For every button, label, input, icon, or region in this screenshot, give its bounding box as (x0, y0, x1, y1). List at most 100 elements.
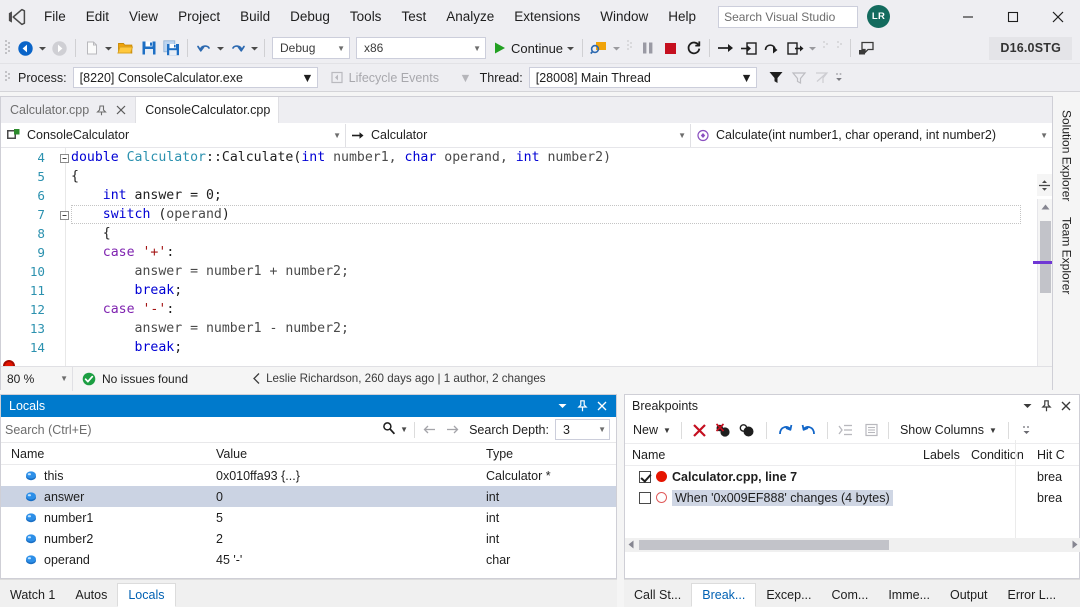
menu-window[interactable]: Window (590, 0, 658, 33)
step-dropdown-icon[interactable] (807, 36, 818, 60)
minimize-icon[interactable] (945, 0, 990, 33)
menu-extensions[interactable]: Extensions (504, 0, 590, 33)
filter-threads-icon[interactable] (765, 66, 788, 90)
issues-status[interactable]: No issues found (73, 372, 197, 386)
code-line[interactable]: 14 break; (1, 338, 1052, 357)
toolbar-grip[interactable] (821, 38, 830, 58)
code-line[interactable]: 11 break; (1, 281, 1052, 300)
column-header-value[interactable]: Value (206, 447, 476, 461)
scrollbar-thumb[interactable] (1040, 221, 1051, 293)
new-breakpoint-button[interactable]: New ▼ (629, 419, 675, 441)
scroll-right-arrow-icon[interactable] (1070, 540, 1079, 549)
visual-studio-search-input[interactable]: Search Visual Studio (718, 5, 859, 28)
step-into-icon[interactable] (737, 36, 760, 60)
locals-row[interactable]: answer 0 int (1, 486, 616, 507)
editor-split-handle[interactable] (1037, 174, 1052, 196)
locals-row-value[interactable]: 0 (206, 490, 476, 504)
maximize-icon[interactable] (990, 0, 1035, 33)
search-depth-combo[interactable]: 3 ▼ (555, 419, 610, 440)
code-line[interactable]: 12 case '-': (1, 300, 1052, 319)
search-next-icon[interactable] (441, 419, 463, 441)
new-item-icon[interactable] (80, 36, 103, 60)
code-line[interactable]: 5{ (1, 167, 1052, 186)
code-line[interactable]: 9 case '+': (1, 243, 1052, 262)
locals-row-value[interactable]: 45 '-' (206, 553, 476, 567)
zoom-level-combo[interactable]: 80 % ▼ (1, 366, 73, 391)
solution-platform-combo[interactable]: x86 ▼ (356, 37, 486, 59)
breakpoint-glyph-icon[interactable] (656, 471, 667, 482)
code-line[interactable]: 10 answer = number1 + number2; (1, 262, 1052, 281)
column-header-name[interactable]: Name (625, 448, 923, 462)
process-combo[interactable]: [8220] ConsoleCalculator.exe ▼ (72, 67, 318, 88)
column-header-type[interactable]: Type (476, 447, 616, 461)
show-next-statement-icon[interactable] (714, 36, 737, 60)
tab-locals[interactable]: Locals (117, 583, 176, 607)
tab-breakpoints[interactable]: Break... (691, 583, 757, 607)
delete-all-breakpoints-icon[interactable] (712, 419, 736, 441)
menu-file[interactable]: File (34, 0, 76, 33)
navbar-type-combo[interactable]: Calculator ▼ (346, 123, 691, 147)
hot-reload-icon[interactable] (587, 36, 611, 60)
code-line[interactable]: 7 switch (operand) (1, 205, 1052, 224)
close-icon[interactable] (1035, 0, 1080, 33)
fold-collapse-icon[interactable] (57, 208, 71, 221)
breakpoint-row[interactable]: When '0x009EF888' changes (4 bytes) brea (625, 487, 1079, 508)
tab-watch-1[interactable]: Watch 1 (0, 583, 65, 607)
scroll-up-arrow-icon[interactable] (1038, 199, 1052, 214)
user-avatar[interactable]: LR (867, 5, 891, 28)
thread-combo[interactable]: [28008] Main Thread ▼ (528, 67, 757, 88)
editor-tab-calculator-cpp[interactable]: Calculator.cpp (1, 97, 137, 123)
show-columns-button[interactable]: Show Columns ▼ (895, 419, 1002, 441)
hot-reload-dropdown-icon[interactable] (611, 36, 622, 60)
menu-build[interactable]: Build (230, 0, 280, 33)
column-header-name[interactable]: Name (1, 447, 206, 461)
breakpoint-glyph-icon[interactable] (656, 492, 667, 503)
column-header-condition[interactable]: Condition (971, 448, 1037, 462)
tab-command-window[interactable]: Com... (822, 583, 879, 607)
menu-help[interactable]: Help (658, 0, 706, 33)
scroll-left-arrow-icon[interactable] (627, 540, 636, 549)
step-over-icon[interactable] (760, 36, 784, 60)
breakpoints-horizontal-scrollbar[interactable] (625, 538, 1080, 552)
break-all-icon[interactable] (636, 36, 659, 60)
disable-all-breakpoints-icon[interactable] (736, 419, 760, 441)
navigate-forward-icon[interactable] (48, 36, 71, 60)
solution-configuration-combo[interactable]: Debug ▼ (272, 37, 350, 59)
column-header-labels[interactable]: Labels (923, 448, 971, 462)
code-line[interactable]: 13 answer = number1 - number2; (1, 319, 1052, 338)
locals-row-value[interactable]: 2 (206, 532, 476, 546)
close-icon[interactable] (1056, 395, 1075, 417)
undo-icon[interactable] (192, 36, 215, 60)
navigate-back-icon[interactable] (14, 36, 37, 60)
stack-frame-icon[interactable] (788, 66, 811, 90)
stop-debugging-icon[interactable] (659, 36, 682, 60)
toolbar-grip[interactable] (835, 38, 844, 58)
new-item-dropdown-icon[interactable] (103, 36, 114, 60)
close-icon[interactable] (592, 395, 612, 417)
threads-overflow-icon[interactable] (834, 66, 845, 90)
sidebar-tab-team-explorer[interactable]: Team Explorer (1055, 209, 1079, 302)
scrollbar-thumb[interactable] (639, 540, 889, 550)
toolbar-grip[interactable] (625, 38, 634, 58)
go-to-source-icon[interactable] (834, 419, 858, 441)
search-prev-icon[interactable] (419, 419, 441, 441)
undo-dropdown-icon[interactable] (215, 36, 226, 60)
locals-row[interactable]: this 0x010ffa93 {...} Calculator * (1, 465, 616, 486)
close-icon[interactable] (114, 103, 127, 117)
tab-exception-settings[interactable]: Excep... (756, 583, 821, 607)
tab-output[interactable]: Output (940, 583, 998, 607)
locals-search-input[interactable]: Search (Ctrl+E) ▼ (5, 419, 408, 441)
code-text-area[interactable]: 4 double Calculator::Calculate(int number… (1, 148, 1052, 366)
tab-call-stack[interactable]: Call St... (624, 583, 691, 607)
menu-view[interactable]: View (119, 0, 168, 33)
toolbar-grip[interactable] (3, 38, 12, 58)
menu-test[interactable]: Test (391, 0, 436, 33)
redo-dropdown-icon[interactable] (249, 36, 260, 60)
navbar-project-combo[interactable]: ConsoleCalculator ▼ (1, 123, 346, 147)
feedback-icon[interactable] (855, 36, 878, 60)
menu-analyze[interactable]: Analyze (436, 0, 504, 33)
locals-row[interactable]: number1 5 int (1, 507, 616, 528)
navigate-back-dropdown-icon[interactable] (37, 36, 48, 60)
code-line[interactable]: 8 { (1, 224, 1052, 243)
code-line[interactable]: 4 double Calculator::Calculate(int number… (1, 148, 1052, 167)
